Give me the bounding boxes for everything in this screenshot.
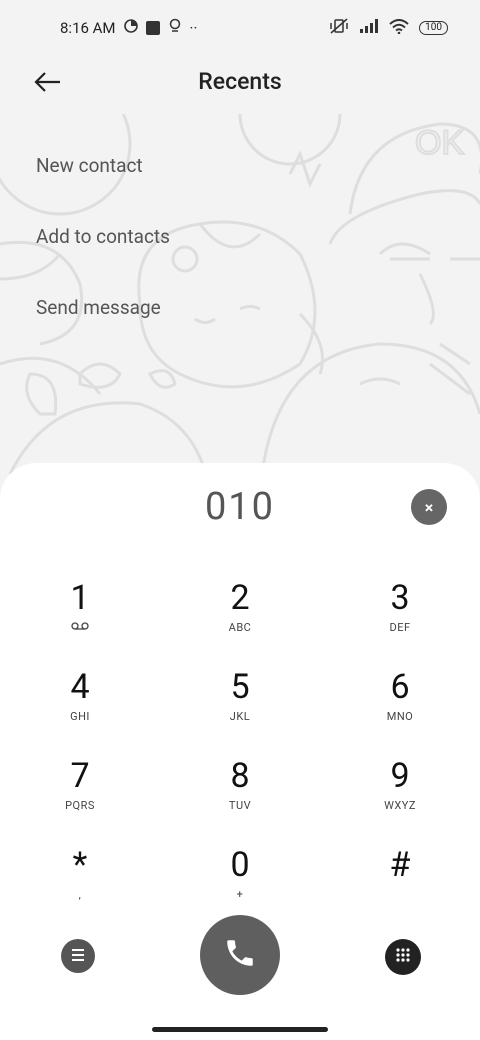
keypad-row: 7 PQRS 8 TUV 9 WXYZ xyxy=(0,757,480,846)
phone-icon xyxy=(223,936,257,974)
key-letters: ABC xyxy=(228,621,252,634)
key-digit: 4 xyxy=(70,667,90,707)
bulb-icon xyxy=(168,18,182,38)
send-message-item[interactable]: Send message xyxy=(36,272,170,343)
battery-indicator: 100 xyxy=(419,21,448,35)
key-1[interactable]: 1 xyxy=(0,579,160,668)
key-letters: WXYZ xyxy=(384,799,416,812)
new-contact-item[interactable]: New contact xyxy=(36,130,170,201)
status-right: 100 xyxy=(329,18,448,38)
key-4[interactable]: 4 GHI xyxy=(0,668,160,757)
dialer-sheet: 010 × 1 2 ABC 3 DEF 4 GHI 5 JKL 6 MNO 7 … xyxy=(0,463,480,1040)
dialpad-icon xyxy=(395,947,411,967)
page-title: Recents xyxy=(198,68,282,95)
key-letters: MNO xyxy=(386,710,414,723)
recents-menu: New contact Add to contacts Send message xyxy=(36,130,170,343)
add-to-contacts-item[interactable]: Add to contacts xyxy=(36,201,170,272)
key-digit: 2 xyxy=(230,578,250,618)
key-digit: 3 xyxy=(390,578,410,618)
key-letters: , xyxy=(78,888,82,901)
keypad: 1 2 ABC 3 DEF 4 GHI 5 JKL 6 MNO 7 PQRS 8… xyxy=(0,579,480,935)
status-bar: 8:16 AM ·· 100 xyxy=(0,0,480,56)
key-letters: + xyxy=(236,888,244,901)
dialed-number[interactable]: 010 xyxy=(0,485,480,529)
key-digit: 9 xyxy=(390,756,410,796)
key-digit: 6 xyxy=(390,667,410,707)
close-icon: × xyxy=(424,497,434,517)
dialer-actions xyxy=(0,915,480,997)
voicemail-icon xyxy=(71,621,89,635)
key-digit: 7 xyxy=(70,756,90,796)
key-digit: 5 xyxy=(230,667,250,707)
header: Recents xyxy=(0,56,480,112)
key-letters: DEF xyxy=(389,621,411,634)
key-8[interactable]: 8 TUV xyxy=(160,757,320,846)
wifi-icon xyxy=(389,18,409,38)
home-indicator[interactable] xyxy=(152,1027,328,1032)
key-letters: TUV xyxy=(228,799,252,812)
key-digit: * xyxy=(72,845,88,885)
background-ok-text: OK xyxy=(415,124,464,162)
signal-icon xyxy=(359,19,379,37)
menu-button[interactable] xyxy=(61,939,95,973)
pie-icon xyxy=(123,19,138,37)
key-5[interactable]: 5 JKL xyxy=(160,668,320,757)
call-button[interactable] xyxy=(200,915,280,995)
key-digit: 8 xyxy=(230,756,250,796)
keypad-row: 4 GHI 5 JKL 6 MNO xyxy=(0,668,480,757)
vibrate-off-icon xyxy=(329,18,349,38)
key-digit: 1 xyxy=(70,578,90,618)
key-9[interactable]: 9 WXYZ xyxy=(320,757,480,846)
key-7[interactable]: 7 PQRS xyxy=(0,757,160,846)
status-left: 8:16 AM ·· xyxy=(60,18,197,38)
status-time: 8:16 AM xyxy=(60,19,116,37)
more-notifications: ·· xyxy=(189,19,198,37)
key-digit: 0 xyxy=(230,845,250,885)
key-letters: GHI xyxy=(70,710,90,723)
key-3[interactable]: 3 DEF xyxy=(320,579,480,668)
clear-button[interactable]: × xyxy=(411,489,447,525)
keypad-row: 1 2 ABC 3 DEF xyxy=(0,579,480,668)
key-letters: JKL xyxy=(229,710,251,723)
dialpad-button[interactable] xyxy=(385,939,421,975)
key-digit: # xyxy=(389,845,411,885)
square-icon xyxy=(145,21,160,35)
key-letters: PQRS xyxy=(65,799,95,812)
key-2[interactable]: 2 ABC xyxy=(160,579,320,668)
menu-icon xyxy=(70,947,86,966)
key-6[interactable]: 6 MNO xyxy=(320,668,480,757)
